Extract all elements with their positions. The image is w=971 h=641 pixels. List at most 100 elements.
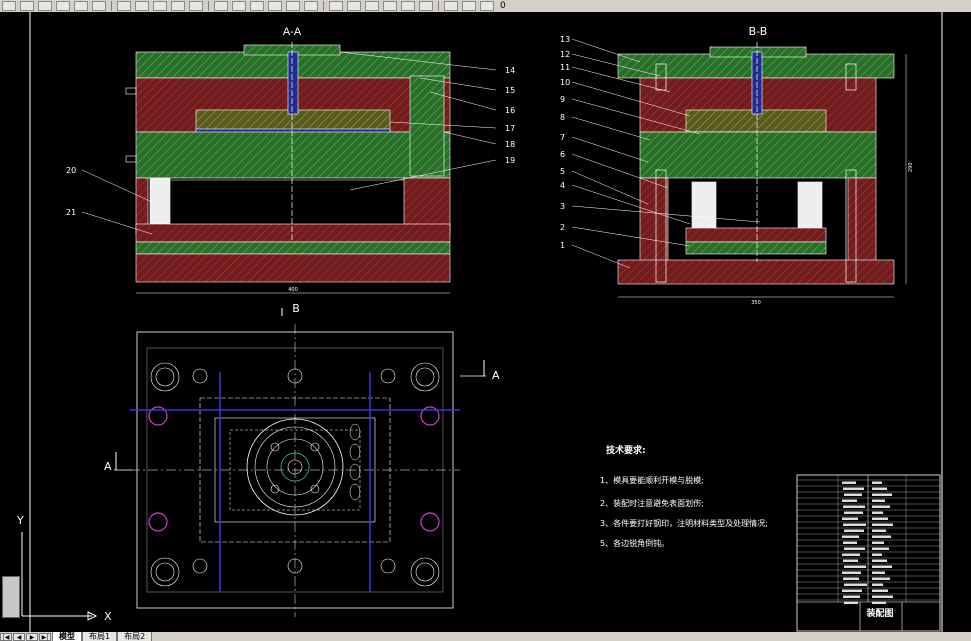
bom-cell-text xyxy=(872,601,886,604)
ucs-x-label: X xyxy=(104,610,112,623)
toolbar-separator xyxy=(438,1,439,11)
bom-cell-text xyxy=(843,487,864,490)
layout-tabs: |◀ ◀ ▶ ▶| 模型 布局1 布局2 xyxy=(0,632,971,641)
bom-cell-text xyxy=(844,529,864,532)
help-icon[interactable] xyxy=(444,1,458,11)
dim-width-aa: 400 xyxy=(288,287,298,293)
tab-2[interactable]: 布局2 xyxy=(117,632,153,641)
calc-icon[interactable] xyxy=(419,1,433,11)
part-label-19: 19 xyxy=(505,156,515,165)
bom-cell-text xyxy=(844,511,863,514)
tech-title: 技术要求: xyxy=(606,444,646,456)
redo-icon[interactable] xyxy=(214,1,228,11)
tab-nav-button-0[interactable]: |◀ xyxy=(0,632,12,641)
publish-icon[interactable] xyxy=(92,1,106,11)
part-label-2: 2 xyxy=(560,223,565,232)
bom-cell-text xyxy=(842,535,859,538)
tab-nav-button-3[interactable]: ▶| xyxy=(39,632,51,641)
print-icon[interactable] xyxy=(56,1,70,11)
tech-req-2: 2、装配时注意避免表面划伤; xyxy=(600,498,704,508)
zoom-realtime-icon[interactable] xyxy=(268,1,282,11)
bom-cell-text xyxy=(872,571,885,574)
section-bb-view: B-B 350 290 13 12 11 10 9 8 7 6 5 4 3 2 … xyxy=(560,25,914,306)
bom-cell-text xyxy=(843,523,866,526)
bom-cell-text xyxy=(872,511,883,514)
tech-req-1: 1、模具要能顺利开模与脱模; xyxy=(600,475,704,485)
properties-icon[interactable] xyxy=(329,1,343,11)
save-icon[interactable] xyxy=(38,1,52,11)
markup-icon[interactable] xyxy=(401,1,415,11)
view-marker-b: B xyxy=(292,302,300,315)
part-label-8: 8 xyxy=(560,113,565,122)
toolbar-separator xyxy=(208,1,209,11)
bom-cell-text xyxy=(872,541,884,544)
zoom-previous-icon[interactable] xyxy=(304,1,318,11)
bom-cell-text xyxy=(843,577,859,580)
part-label-12: 12 xyxy=(560,50,570,59)
part-label-21: 21 xyxy=(66,208,76,217)
part-label-20: 20 xyxy=(66,166,76,175)
view-marker-a-right: A xyxy=(492,369,500,382)
layer-icon[interactable] xyxy=(462,1,476,11)
part-label-17: 17 xyxy=(505,124,515,133)
drawing-canvas[interactable]: A-A 400 14 15 16 17 18 19 20 21 B-B 350 … xyxy=(0,12,971,632)
design-center-icon[interactable] xyxy=(347,1,361,11)
paste-icon[interactable] xyxy=(153,1,167,11)
bom-cell-text xyxy=(872,493,892,496)
open-icon[interactable] xyxy=(20,1,34,11)
bom-cell-text xyxy=(843,595,860,598)
bom-cell-text xyxy=(872,529,886,532)
new-icon[interactable] xyxy=(2,1,16,11)
part-label-13: 13 xyxy=(560,35,570,44)
bom-cell-text xyxy=(872,553,882,556)
part-label-6: 6 xyxy=(560,150,565,159)
copy-icon[interactable] xyxy=(135,1,149,11)
match-icon[interactable] xyxy=(171,1,185,11)
view-marker-a-left: A xyxy=(104,460,112,473)
bom-cell-text xyxy=(842,499,857,502)
bom-cell-text xyxy=(842,589,862,592)
cut-icon[interactable] xyxy=(117,1,131,11)
zoom-window-icon[interactable] xyxy=(286,1,300,11)
bom-cell-text xyxy=(842,481,856,484)
preview-icon[interactable] xyxy=(74,1,88,11)
section-bb-title: B-B xyxy=(749,25,768,38)
bom-cell-text xyxy=(844,547,865,550)
bom-cell-text xyxy=(872,547,889,550)
layer-state-icon[interactable] xyxy=(480,1,494,11)
toolbar-separator xyxy=(323,1,324,11)
pan-icon[interactable] xyxy=(250,1,264,11)
sheet-set-icon[interactable] xyxy=(383,1,397,11)
part-label-18: 18 xyxy=(505,140,515,149)
tab-nav-button-1[interactable]: ◀ xyxy=(13,632,25,641)
undo-icon[interactable] xyxy=(189,1,203,11)
bom-cell-text xyxy=(872,565,892,568)
bom-cell-text xyxy=(872,481,882,484)
layer-dropdown[interactable]: 0 xyxy=(500,1,506,11)
dim-height-bb: 290 xyxy=(908,162,914,172)
section-aa-view: A-A 400 14 15 16 17 18 19 20 21 xyxy=(66,26,515,294)
tab-1[interactable]: 布局1 xyxy=(82,632,118,641)
bom-cell-text xyxy=(872,559,887,562)
bom-cell-text xyxy=(842,517,858,520)
part-label-10: 10 xyxy=(560,78,570,87)
tab-nav-button-2[interactable]: ▶ xyxy=(26,632,38,641)
hyperlink-icon[interactable] xyxy=(232,1,246,11)
part-label-11: 11 xyxy=(560,63,570,72)
viewport-control-icon[interactable] xyxy=(2,576,20,618)
bom-cell-text xyxy=(872,517,888,520)
part-label-14: 14 xyxy=(505,66,515,75)
bom-cell-text xyxy=(872,523,893,526)
tool-palette-icon[interactable] xyxy=(365,1,379,11)
section-aa-title: A-A xyxy=(283,26,302,38)
bom-cell-text xyxy=(843,541,857,544)
cad-drawing: A-A 400 14 15 16 17 18 19 20 21 B-B 350 … xyxy=(16,12,943,632)
part-label-3: 3 xyxy=(560,202,565,211)
part-label-5: 5 xyxy=(560,167,565,176)
tech-req-4: 5、各边锐角倒钝。 xyxy=(600,538,669,548)
tab-0[interactable]: 模型 xyxy=(52,632,82,641)
ucs-y-label: Y xyxy=(16,514,24,527)
bom-cell-text xyxy=(872,577,890,580)
bom-cell-text xyxy=(872,589,888,592)
bom-cell-text xyxy=(842,571,861,574)
